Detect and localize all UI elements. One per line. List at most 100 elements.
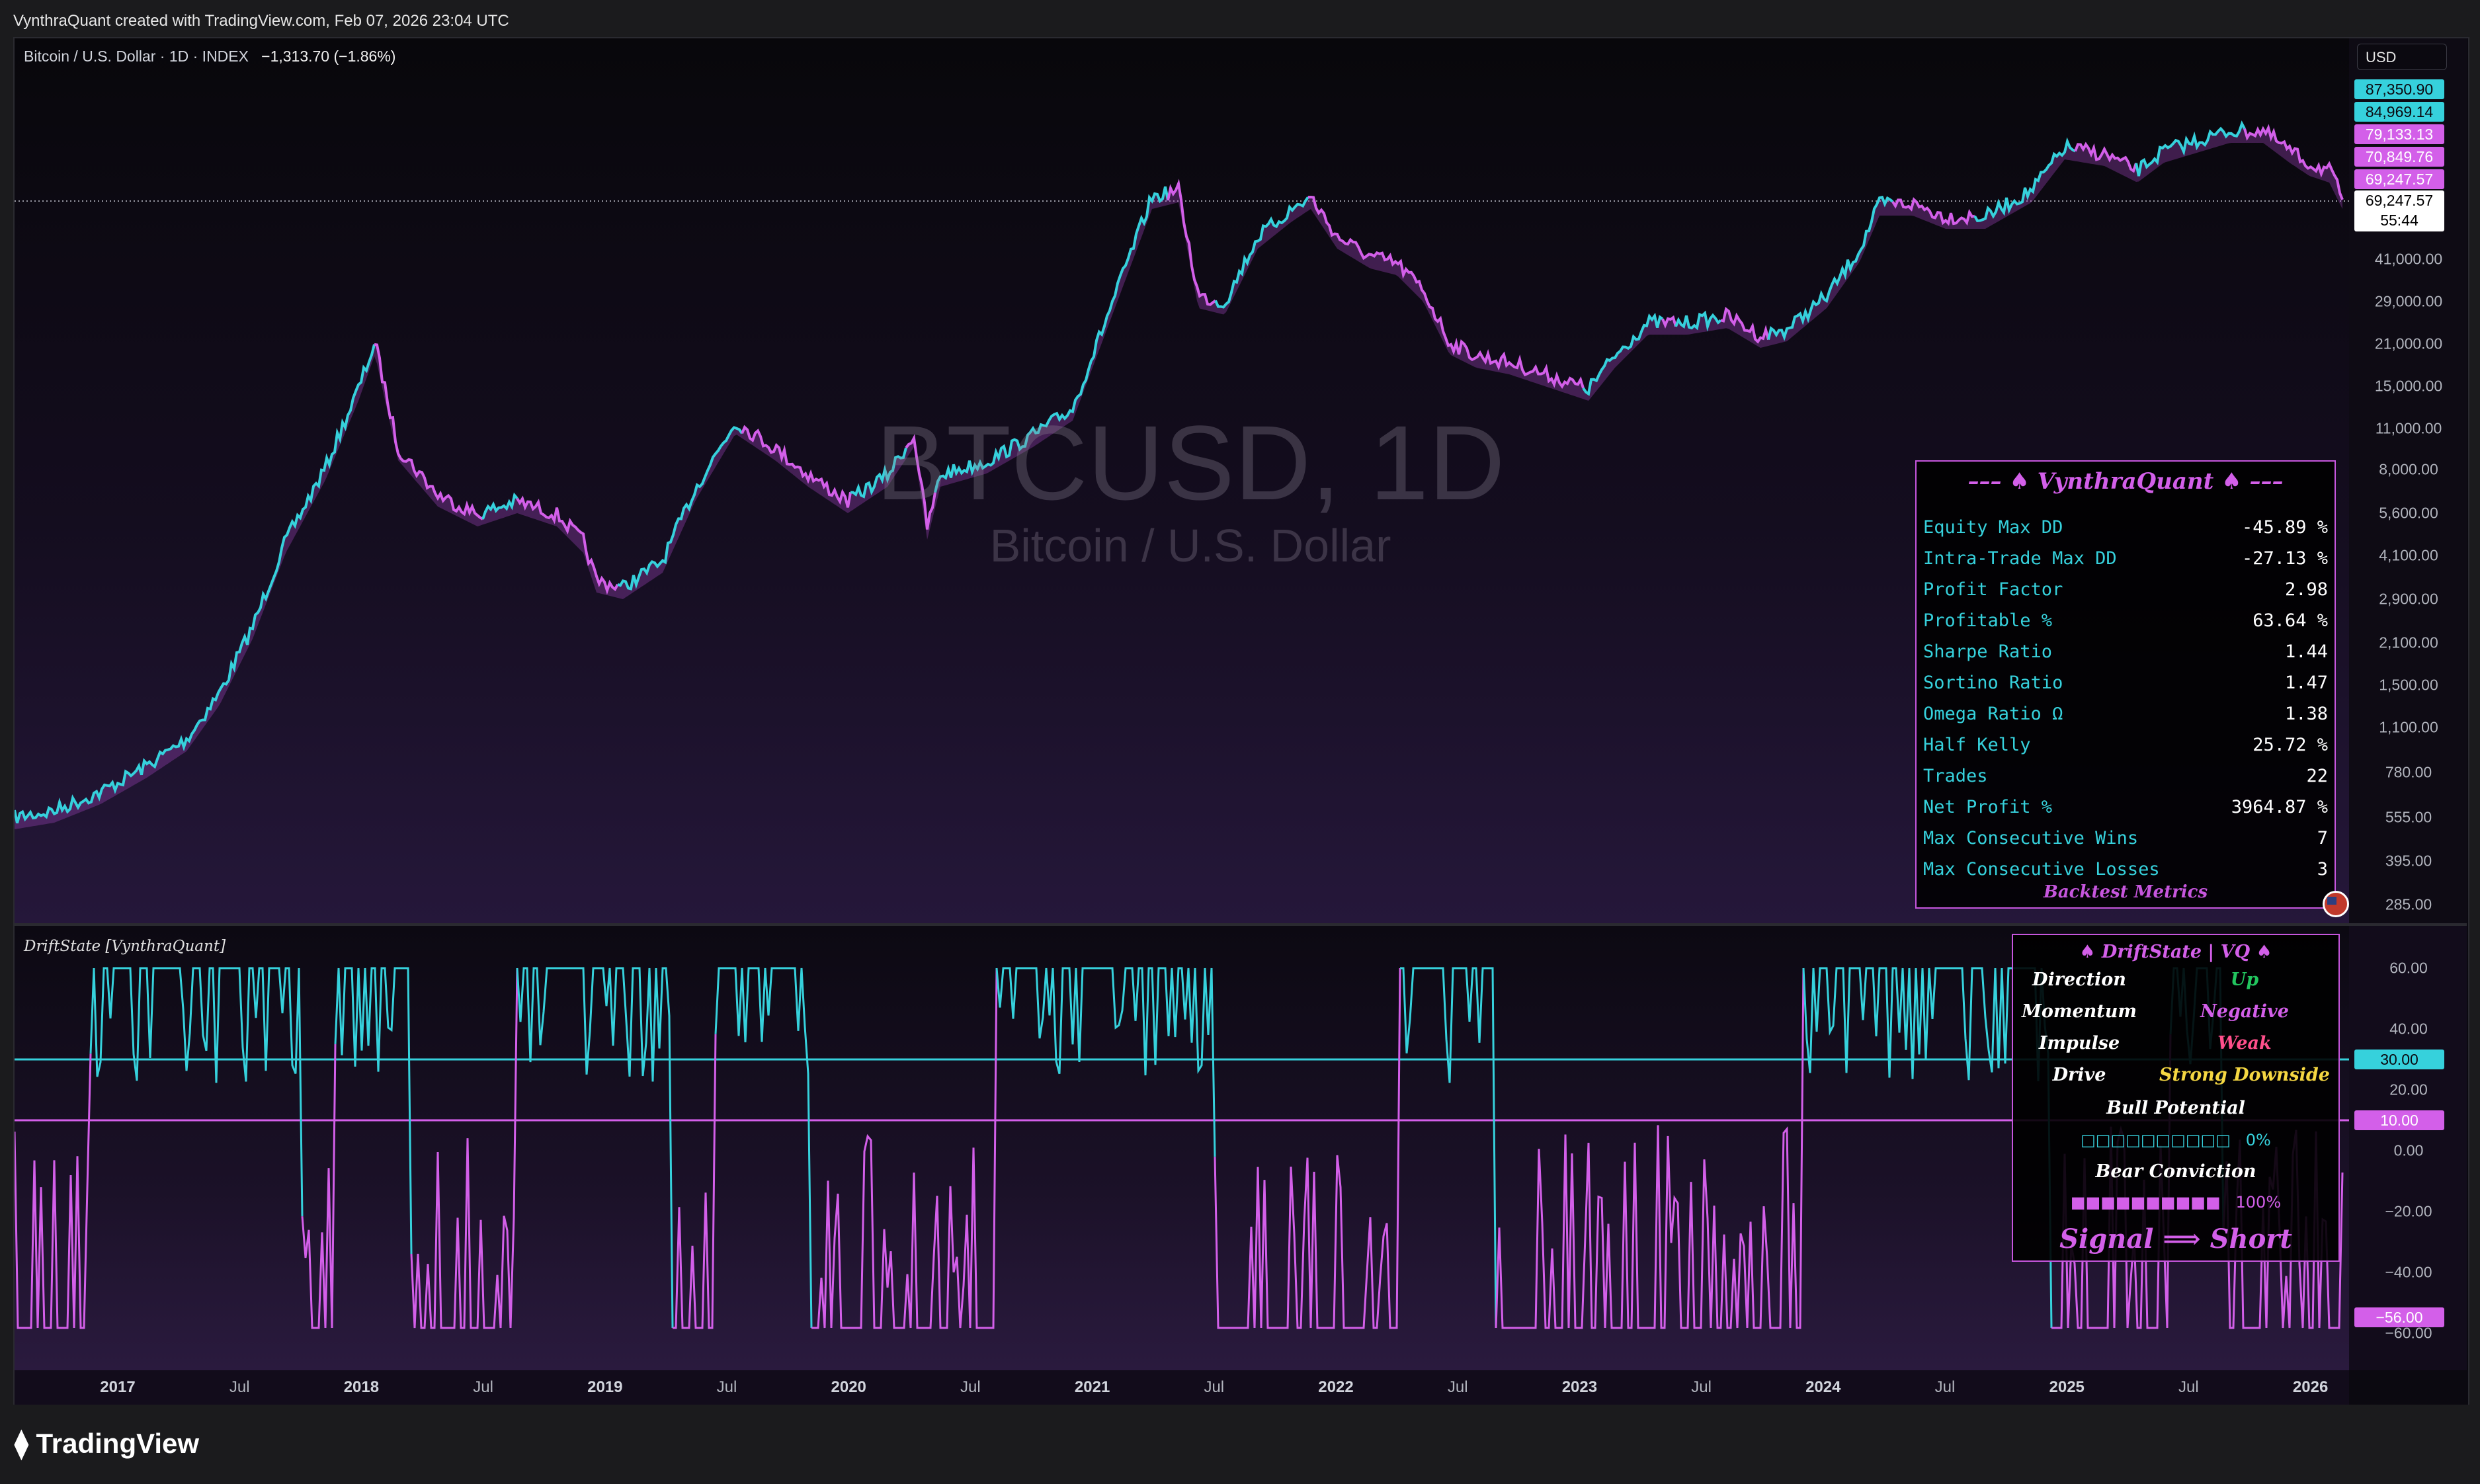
bear-osc-segment — [1214, 968, 1401, 1329]
metric-name: Omega Ratio Ω — [1923, 704, 2063, 724]
price-tag: 87,350.90 — [2354, 79, 2444, 99]
month-label: Jul — [1934, 1378, 1956, 1396]
symbol-watermark: BTCUSD, 1D Bitcoin / U.S. Dollar — [876, 410, 1505, 575]
year-label: 2020 — [831, 1378, 866, 1396]
month-label: Jul — [473, 1378, 493, 1396]
price-label: 15,000.00 — [2374, 377, 2443, 395]
tradingview-logo-icon: ⧫ — [15, 1428, 36, 1459]
bull-osc-segment — [516, 967, 674, 1329]
metric-row: Omega Ratio Ω 1.38 — [1923, 701, 2328, 727]
metric-value: -27.13 % — [2241, 548, 2328, 569]
bear-osc-segment — [1495, 968, 1805, 1329]
month-label: Jul — [1204, 1378, 1225, 1396]
month-label: Jul — [2178, 1378, 2199, 1396]
metric-value: 1.47 — [2284, 673, 2328, 693]
backtest-metrics-panel: ––– ♠ VynthraQuant ♠ ––– Equity Max DD -4… — [1915, 460, 2336, 909]
price-label: 29,000.00 — [2374, 292, 2443, 310]
price-label: 2,900.00 — [2379, 590, 2438, 608]
tradingview-logo[interactable]: ⧫ TradingView — [15, 1427, 199, 1460]
bear-osc-segment — [410, 968, 518, 1329]
metric-row: Equity Max DD -45.89 % — [1923, 515, 2328, 541]
top-bar: VynthraQuant created with TradingView.co… — [0, 0, 2480, 41]
bear-conviction-meter: ■■■■■■■■■■ 100% — [2013, 1193, 2338, 1212]
backtest-footer: Backtest Metrics — [2043, 882, 2208, 902]
bull-potential-pct: 0% — [2245, 1131, 2271, 1149]
price-label: 11,000.00 — [2375, 419, 2442, 437]
bull-trend-segment — [15, 344, 376, 824]
last-price-value: 69,247.57 — [2365, 192, 2434, 209]
year-label: 2017 — [100, 1378, 136, 1396]
oscillator-axis[interactable]: 60.00 40.00 20.00 0.00 −20.00 −40.00 −60.00 30… — [2349, 926, 2467, 1370]
bear-osc-segment — [301, 1044, 337, 1329]
metric-name: Max Consecutive Losses — [1923, 859, 2160, 880]
price-label: 555.00 — [2385, 808, 2432, 826]
price-label: 285.00 — [2385, 895, 2432, 913]
metric-value: 2.98 — [2284, 579, 2328, 600]
metric-name: Intra-Trade Max DD — [1923, 548, 2117, 569]
metric-name: Equity Max DD — [1923, 517, 2063, 538]
bear-osc-segment — [15, 1053, 92, 1329]
price-label: 1,500.00 — [2379, 676, 2438, 694]
metric-row: Max Consecutive Wins 7 — [1923, 825, 2328, 852]
year-label: 2021 — [1074, 1378, 1110, 1396]
state-value: Up — [2230, 969, 2259, 990]
indicator-title[interactable]: DriftState [VynthraQuant] — [24, 938, 226, 955]
price-change: −1,313.70 (−1.86%) — [261, 48, 396, 65]
price-tag: 69,247.57 — [2354, 169, 2444, 189]
driftstate-title: ♠ DriftState | VQ ♠ — [2079, 942, 2272, 962]
metric-name: Sortino Ratio — [1923, 673, 2063, 693]
price-axis[interactable]: USD 87,350.90 84,969.14 79,133.13 70,849.76… — [2349, 38, 2467, 923]
state-value: Negative — [2200, 1001, 2289, 1022]
osc-label: −40.00 — [2385, 1263, 2432, 1281]
us-flag-icon[interactable] — [2323, 891, 2349, 917]
backtest-title: ––– ♠ VynthraQuant ♠ ––– — [1967, 468, 2284, 495]
osc-label: 40.00 — [2389, 1020, 2428, 1038]
bull-osc-segment — [89, 967, 304, 1217]
metric-row: Half Kelly 25.72 % — [1923, 732, 2328, 759]
symbol-legend[interactable]: Bitcoin / U.S. Dollar · 1D · INDEX −1,31… — [24, 48, 395, 65]
osc-label: −20.00 — [2385, 1202, 2432, 1220]
bull-potential-label: Bull Potential — [2106, 1098, 2245, 1118]
oscillator-pane[interactable] — [15, 926, 2349, 1370]
bar-countdown: 55:44 — [2380, 212, 2418, 229]
driftstate-line — [15, 967, 2344, 1329]
osc-tag: −56.00 — [2354, 1307, 2444, 1327]
year-label: 2024 — [1805, 1378, 1841, 1396]
bear-osc-segment — [811, 968, 998, 1329]
price-label: 4,100.00 — [2379, 546, 2438, 564]
year-label: 2022 — [1318, 1378, 1354, 1396]
metric-row: Trades 22 — [1923, 763, 2328, 790]
year-label: 2019 — [587, 1378, 623, 1396]
osc-label: 0.00 — [2393, 1141, 2424, 1159]
time-axis[interactable]: 2017 Jul 2018 Jul 2019 Jul 2020 Jul 2021 Jul 2022 J… — [15, 1370, 2349, 1405]
metric-value: 25.72 % — [2253, 735, 2328, 755]
year-label: 2023 — [1561, 1378, 1598, 1396]
metric-row: Sharpe Ratio 1.44 — [1923, 639, 2328, 665]
signal-text: Signal ⟹ Short — [2059, 1223, 2292, 1255]
metric-name: Half Kelly — [1923, 735, 2031, 755]
bear-conviction-pct: 100% — [2235, 1193, 2282, 1212]
metric-value: 3 — [2317, 859, 2328, 880]
chart-credit: VynthraQuant created with TradingView.co… — [13, 12, 509, 30]
driftstate-chart[interactable] — [15, 926, 2349, 1370]
price-label: 2,100.00 — [2379, 634, 2438, 651]
price-tag: 79,133.13 — [2354, 124, 2444, 144]
metric-name: Max Consecutive Wins — [1923, 828, 2139, 848]
month-label: Jul — [1691, 1378, 1712, 1396]
state-label: Impulse — [2038, 1033, 2120, 1053]
bear-osc-segment — [673, 1034, 717, 1329]
bull-osc-segment — [334, 967, 413, 1255]
metric-row: Profitable % 63.64 % — [1923, 608, 2328, 634]
price-label: 1,100.00 — [2379, 718, 2438, 736]
price-label: 8,000.00 — [2379, 460, 2438, 478]
tradingview-logo-text: TradingView — [36, 1428, 200, 1459]
price-tag: 84,969.14 — [2354, 102, 2444, 122]
price-label: 395.00 — [2385, 852, 2432, 870]
bull-potential-meter: □□□□□□□□□□ 0% — [2013, 1131, 2338, 1149]
currency-button[interactable]: USD — [2357, 44, 2447, 70]
metric-value: 1.44 — [2284, 641, 2328, 662]
metric-value: 3964.87 % — [2231, 797, 2328, 817]
state-label: Direction — [2032, 969, 2126, 990]
price-label: 21,000.00 — [2374, 335, 2443, 352]
metric-row: Intra-Trade Max DD -27.13 % — [1923, 546, 2328, 572]
